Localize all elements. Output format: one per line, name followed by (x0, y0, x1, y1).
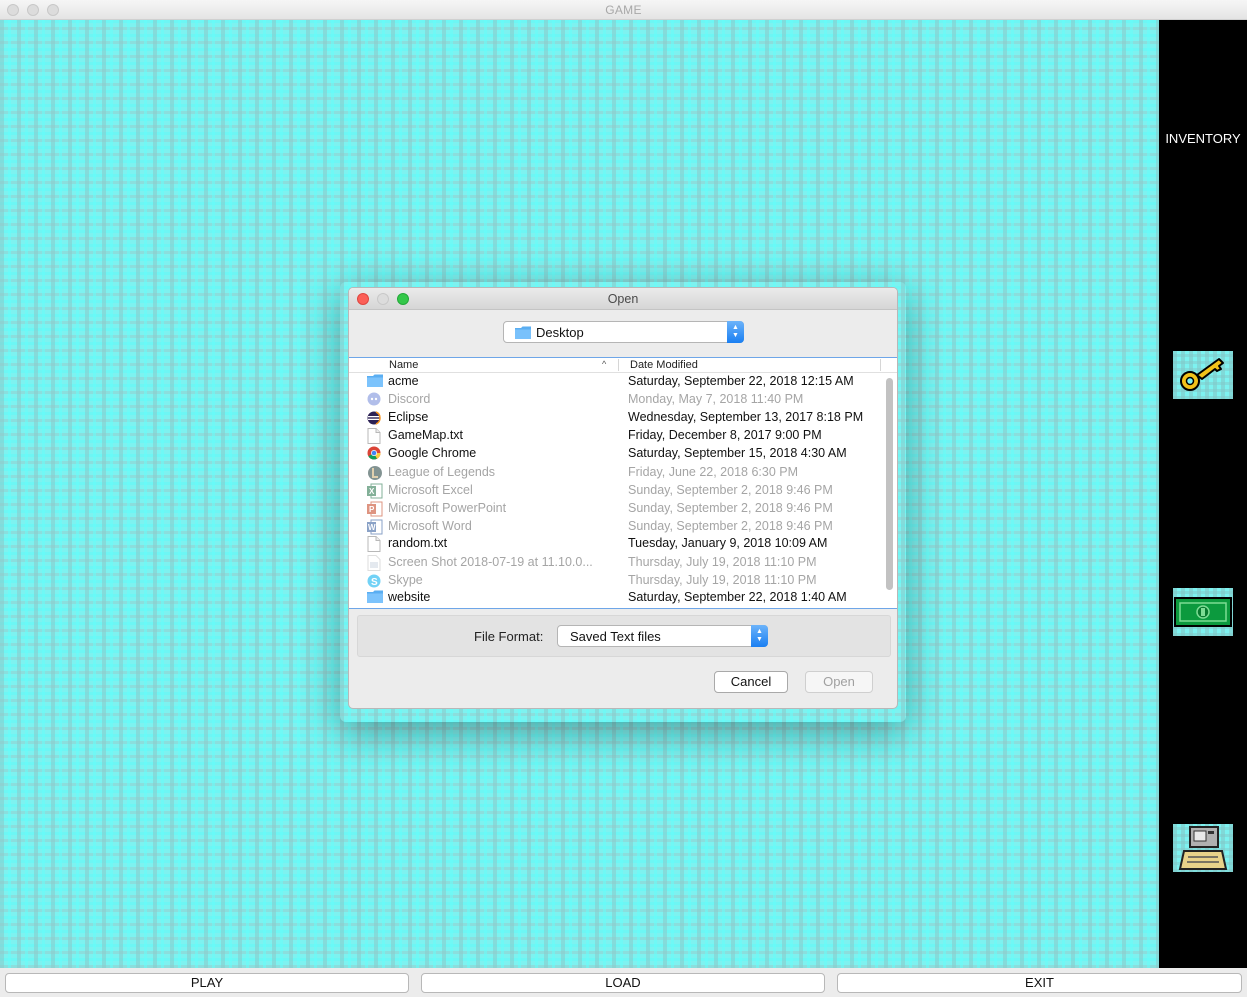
file-date-modified: Tuesday, January 9, 2018 10:09 AM (628, 536, 828, 550)
svg-text:P: P (369, 505, 375, 514)
excel-icon: X (367, 483, 383, 499)
svg-text:X: X (369, 487, 375, 496)
file-date-modified: Sunday, September 2, 2018 9:46 PM (628, 483, 833, 497)
file-name: Screen Shot 2018-07-19 at 11.10.0... (388, 555, 593, 569)
file-date-modified: Thursday, July 19, 2018 11:10 PM (628, 573, 817, 587)
file-format-label: File Format: (474, 629, 544, 644)
file-row: X Microsoft Excel Sunday, September 2, 201… (349, 482, 883, 500)
file-row[interactable]: GameMap.txt Friday, December 8, 2017 9:00… (349, 427, 883, 445)
folder-icon (367, 590, 383, 606)
file-row[interactable]: website Saturday, September 22, 2018 1:40… (349, 589, 883, 607)
computer-icon (1178, 826, 1228, 870)
file-row: P Microsoft PowerPoint Sunday, September 2… (349, 500, 883, 518)
scroll-thumb[interactable] (886, 378, 893, 590)
file-row: S Skype Thursday, July 19, 2018 11:10 PM (349, 572, 883, 590)
file-format-dropdown[interactable]: Saved Text files ▲ ▼ (557, 625, 768, 647)
vertical-scrollbar[interactable] (884, 374, 895, 608)
eclipse-icon (367, 410, 383, 426)
window-titlebar: GAME (0, 0, 1247, 20)
file-format-panel: File Format: Saved Text files ▲ ▼ (357, 615, 891, 657)
file-date-modified: Saturday, September 15, 2018 4:30 AM (628, 446, 847, 460)
file-name: Discord (388, 392, 431, 406)
chevron-updown-icon: ▲ ▼ (727, 321, 744, 343)
folder-icon (367, 374, 383, 390)
document-icon (367, 428, 383, 444)
svg-text:S: S (371, 577, 378, 588)
file-row: League of Legends Friday, June 22, 2018 6… (349, 464, 883, 482)
file-name: random.txt (388, 536, 448, 550)
file-date-modified: Sunday, September 2, 2018 9:46 PM (628, 501, 833, 515)
file-name: Microsoft Excel (388, 483, 473, 497)
file-name: Microsoft PowerPoint (388, 501, 507, 515)
window-title: GAME (605, 3, 642, 17)
image-file-icon (367, 555, 383, 571)
chrome-icon (367, 446, 383, 462)
open-file-dialog: Open Desktop ▲ ▼ Name ^ Date Modified acm… (348, 287, 898, 709)
cash-icon (1174, 597, 1232, 627)
file-name: GameMap.txt (388, 428, 464, 442)
file-name: Microsoft Word (388, 519, 472, 533)
load-button[interactable]: LOAD (421, 973, 825, 993)
file-row[interactable]: Google Chrome Saturday, September 15, 201… (349, 445, 883, 463)
bottom-button-bar: PLAY LOAD EXIT (0, 968, 1247, 997)
file-list[interactable]: Name ^ Date Modified acme Saturday, Septe… (349, 357, 897, 609)
document-icon (367, 536, 383, 552)
column-header-name[interactable]: Name (389, 359, 418, 371)
discord-icon (367, 392, 383, 408)
file-name: Skype (388, 573, 423, 587)
file-format-value: Saved Text files (570, 629, 661, 644)
inventory-title: INVENTORY (1165, 131, 1241, 146)
column-separator (618, 359, 619, 371)
file-date-modified: Friday, December 8, 2017 9:00 PM (628, 428, 822, 442)
file-name: League of Legends (388, 465, 496, 479)
svg-text:W: W (368, 523, 376, 532)
file-date-modified: Thursday, July 19, 2018 11:10 PM (628, 555, 817, 569)
location-dropdown[interactable]: Desktop ▲ ▼ (503, 321, 744, 343)
file-date-modified: Sunday, September 2, 2018 9:46 PM (628, 519, 833, 533)
inventory-slot-key[interactable] (1173, 351, 1233, 399)
inventory-panel: INVENTORY (1159, 20, 1247, 968)
file-row: Screen Shot 2018-07-19 at 11.10.0... Thur… (349, 554, 883, 572)
play-button[interactable]: PLAY (5, 973, 409, 993)
dialog-titlebar: Open (349, 288, 897, 310)
chevron-updown-icon: ▲ ▼ (751, 625, 768, 647)
file-date-modified: Friday, June 22, 2018 6:30 PM (628, 465, 799, 479)
powerpoint-icon: P (367, 501, 383, 517)
list-header: Name ^ Date Modified (349, 358, 897, 373)
file-date-modified: Saturday, September 22, 2018 12:15 AM (628, 374, 854, 388)
cancel-button[interactable]: Cancel (714, 671, 788, 693)
file-row: Discord Monday, May 7, 2018 11:40 PM (349, 391, 883, 409)
file-name: Google Chrome (388, 446, 477, 460)
file-row[interactable]: acme Saturday, September 22, 2018 12:15 A… (349, 373, 883, 391)
open-button[interactable]: Open (805, 671, 873, 693)
sort-ascending-icon: ^ (602, 359, 607, 369)
word-icon: W (367, 519, 383, 535)
file-date-modified: Monday, May 7, 2018 11:40 PM (628, 392, 804, 406)
column-header-date-modified[interactable]: Date Modified (630, 359, 698, 371)
file-date-modified: Wednesday, September 13, 2017 8:18 PM (628, 410, 864, 424)
folder-icon (515, 326, 531, 339)
file-name: acme (388, 374, 419, 388)
file-row: W Microsoft Word Sunday, September 2, 2018… (349, 518, 883, 536)
location-label: Desktop (536, 325, 584, 340)
file-name: Eclipse (388, 410, 429, 424)
skype-icon: S (367, 573, 383, 589)
key-icon (1180, 358, 1224, 391)
file-name: website (388, 590, 431, 604)
column-separator (880, 359, 881, 371)
league-icon (367, 465, 383, 481)
file-row[interactable]: Eclipse Wednesday, September 13, 2017 8:1… (349, 409, 883, 427)
file-date-modified: Saturday, September 22, 2018 1:40 AM (628, 590, 847, 604)
exit-button[interactable]: EXIT (837, 973, 1242, 993)
inventory-slot-cash[interactable] (1173, 588, 1233, 636)
dialog-title: Open (607, 292, 639, 306)
inventory-slot-computer[interactable] (1173, 824, 1233, 872)
file-row[interactable]: random.txt Tuesday, January 9, 2018 10:09… (349, 535, 883, 553)
